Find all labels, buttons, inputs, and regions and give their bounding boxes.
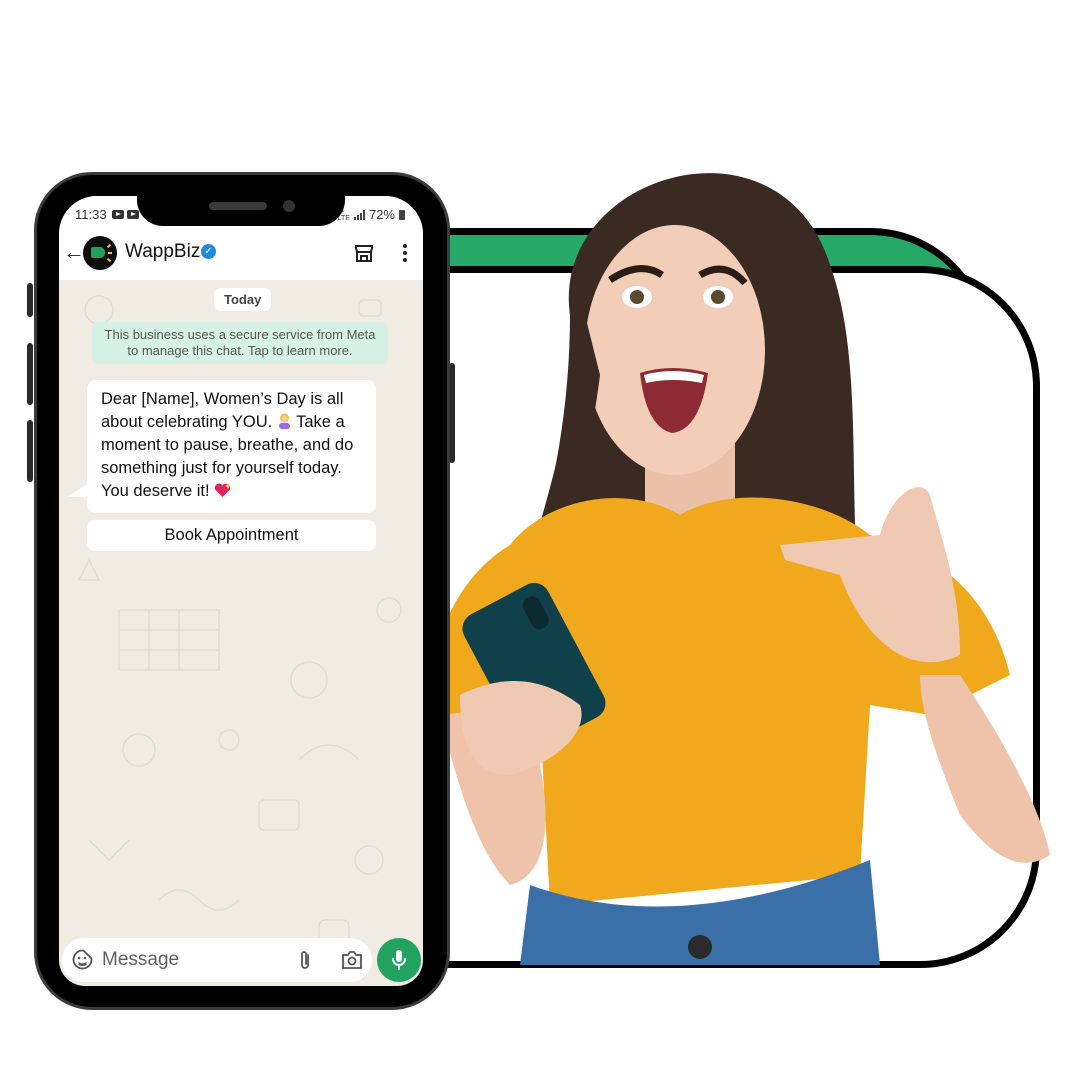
youtube-icon	[127, 210, 139, 219]
contact-name[interactable]: WappBiz	[125, 241, 200, 263]
youtube-icon	[112, 210, 124, 219]
microphone-icon	[392, 950, 406, 970]
message-input[interactable]	[102, 938, 272, 982]
verified-badge-icon: ✓	[201, 244, 216, 259]
woman-gesturing-emoji	[278, 413, 290, 429]
phone-volume-up-button	[27, 343, 33, 405]
sticker-icon[interactable]	[72, 949, 93, 970]
date-chip: Today	[214, 288, 272, 311]
phone-side-button	[27, 283, 33, 317]
battery-percent: 72%	[368, 207, 395, 222]
arrow-left-icon[interactable]: ←	[63, 239, 85, 265]
chat-header: ← WappBiz ✓	[59, 230, 423, 280]
right-arm	[920, 675, 1050, 863]
chat-area: Today This business uses a secure servic…	[59, 280, 423, 986]
earpiece-speaker	[209, 202, 267, 210]
phone-screen: 11:33 ⁂LTE 72% ← WappBiz ✓	[59, 196, 423, 986]
camera-icon[interactable]	[341, 951, 363, 969]
system-message[interactable]: This business uses a secure service from…	[92, 322, 388, 364]
front-camera	[283, 200, 295, 212]
sparkling-heart-emoji	[214, 483, 232, 497]
signal-icon	[353, 209, 365, 220]
message-bubble: Dear [Name], Women’s Day is all about ce…	[87, 380, 376, 513]
megaphone-chat-icon	[91, 247, 105, 258]
battery-icon	[399, 209, 405, 220]
message-composer	[62, 938, 372, 982]
paperclip-icon[interactable]	[297, 949, 313, 971]
phone-notch	[137, 190, 345, 226]
book-appointment-button[interactable]: Book Appointment	[87, 520, 376, 551]
bubble-tail	[67, 483, 89, 497]
promo-photo-woman	[420, 173, 1050, 965]
storefront-icon[interactable]	[354, 243, 374, 263]
phone-volume-down-button	[27, 420, 33, 482]
more-vertical-icon[interactable]	[399, 242, 411, 264]
voice-record-button[interactable]	[377, 938, 421, 982]
face	[585, 225, 765, 475]
status-time: 11:33	[75, 207, 107, 222]
avatar[interactable]	[83, 236, 117, 270]
status-right: ⁂LTE 72%	[338, 207, 405, 222]
